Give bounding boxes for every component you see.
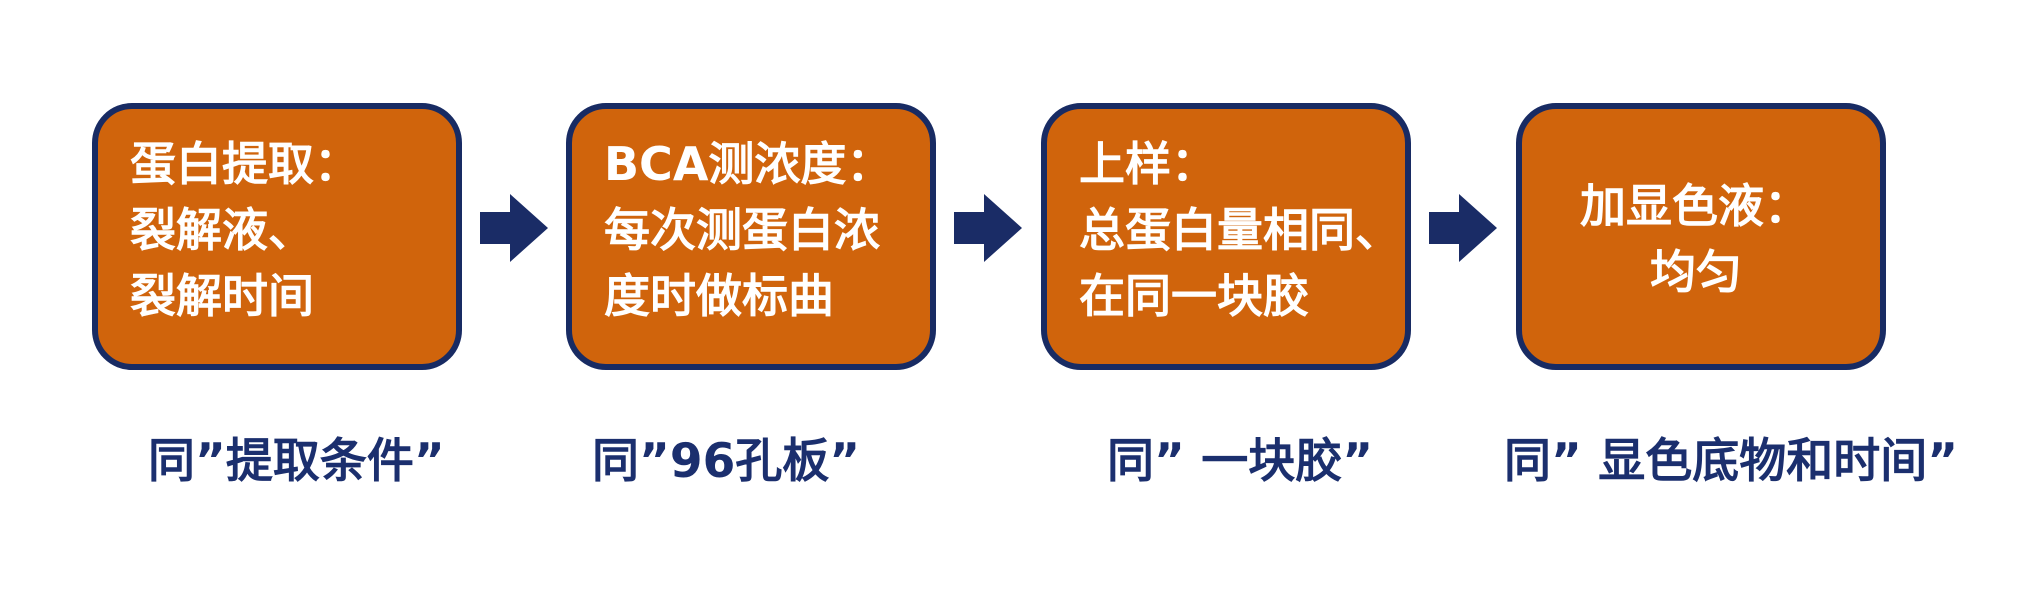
step-detail: 每次测蛋白浓: [604, 203, 880, 257]
workflow-diagram: 蛋白提取： 裂解液、 裂解时间 BCA测浓度： 每次测蛋白浓 度时做标曲 上样：…: [0, 0, 2031, 589]
step-detail: 度时做标曲: [604, 269, 834, 323]
step-detail: 总蛋白量相同、: [1079, 203, 1401, 257]
step-title: BCA测浓度：: [604, 137, 893, 191]
right-arrow-icon: [1429, 194, 1497, 262]
right-arrow-icon: [480, 194, 548, 262]
step-box-substrate: 加显色液： 均匀: [1516, 103, 1886, 370]
step-detail: 裂解时间: [130, 269, 314, 323]
step-title: 上样：: [1079, 137, 1217, 191]
step-caption: 同”提取条件”: [148, 434, 445, 489]
step-box-bca-assay: BCA测浓度： 每次测蛋白浓 度时做标曲: [566, 103, 936, 370]
step-detail: 均匀: [1650, 245, 1742, 299]
step-box-loading: 上样： 总蛋白量相同、 在同一块胶: [1041, 103, 1411, 370]
step-caption: 同” 一块胶”: [1107, 434, 1374, 489]
step-box-protein-extraction: 蛋白提取： 裂解液、 裂解时间: [92, 103, 462, 370]
step-detail: 在同一块胶: [1079, 269, 1309, 323]
step-title: 加显色液：: [1580, 179, 1810, 233]
step-caption: 同” 显色底物和时间”: [1504, 434, 1959, 489]
step-detail: 裂解液、: [130, 203, 314, 257]
step-caption: 同”96孔板”: [592, 434, 861, 489]
right-arrow-icon: [954, 194, 1022, 262]
step-title: 蛋白提取：: [130, 137, 360, 191]
